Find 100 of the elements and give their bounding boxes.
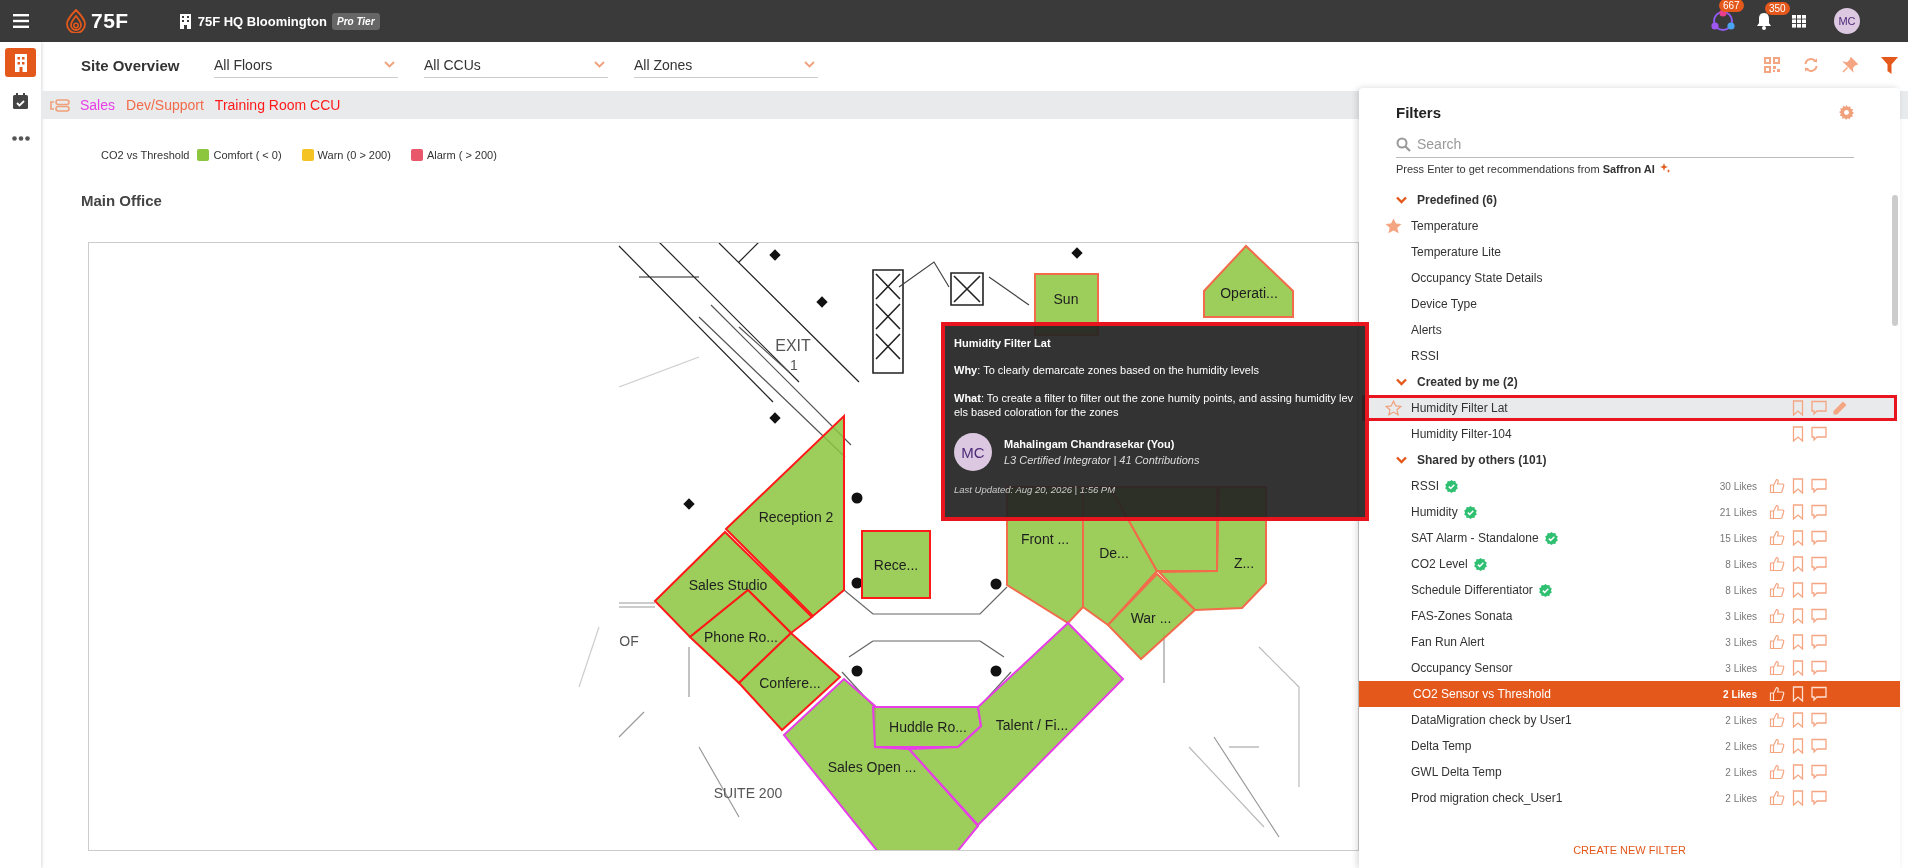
- zone-label: Talent / Fi...: [995, 717, 1069, 733]
- zone-label: Z...: [1233, 555, 1255, 571]
- bookmark-icon[interactable]: [1790, 608, 1806, 624]
- edit-icon[interactable]: [1832, 400, 1848, 416]
- thumbs-up-icon[interactable]: [1769, 634, 1785, 650]
- zone-label: Operati...: [1220, 285, 1278, 301]
- bookmark-icon[interactable]: [1790, 764, 1806, 780]
- filter-item[interactable]: RSSI 30 Likes: [1359, 473, 1900, 499]
- filter-item[interactable]: FAS-Zones Sonata 3 Likes: [1359, 603, 1900, 629]
- create-filter-button[interactable]: CREATE NEW FILTER: [1559, 841, 1700, 859]
- likes-count: 2 Likes: [1724, 792, 1757, 804]
- thumbs-up-icon[interactable]: [1769, 738, 1785, 754]
- tooltip-what: What: To create a filter to filter out the zone humity points, and assing humidity levels based coloration for the zones: [954, 391, 1355, 419]
- bookmark-icon[interactable]: [1790, 504, 1806, 520]
- comment-icon[interactable]: [1811, 426, 1827, 442]
- star-icon[interactable]: [1385, 218, 1402, 234]
- filter-item[interactable]: Delta Temp 2 Likes: [1359, 733, 1900, 759]
- comment-icon[interactable]: [1811, 504, 1827, 520]
- bookmark-icon[interactable]: [1790, 634, 1806, 650]
- section-header[interactable]: Predefined (6): [1359, 187, 1900, 213]
- thumbs-up-icon[interactable]: [1769, 556, 1785, 572]
- bookmark-icon[interactable]: [1790, 478, 1806, 494]
- bookmark-icon[interactable]: [1790, 790, 1806, 806]
- thumbs-up-icon[interactable]: [1769, 478, 1785, 494]
- thumbs-up-icon[interactable]: [1769, 504, 1785, 520]
- zone-label: Sales Studio: [688, 577, 768, 593]
- bookmark-icon[interactable]: [1790, 400, 1806, 416]
- floor-title: Main Office: [80, 192, 162, 209]
- comment-icon[interactable]: [1811, 556, 1827, 572]
- ai-hint: Press Enter to get recommendations from Saffron AI: [1396, 163, 1655, 175]
- comment-icon[interactable]: [1811, 530, 1827, 546]
- star-icon[interactable]: [1385, 400, 1402, 416]
- bookmark-icon[interactable]: [1790, 530, 1806, 546]
- filter-button[interactable]: [1878, 54, 1900, 76]
- comment-icon[interactable]: [1811, 400, 1827, 416]
- bookmark-icon[interactable]: [1790, 660, 1806, 676]
- comment-icon[interactable]: [1811, 660, 1827, 676]
- filter-item[interactable]: Temperature: [1359, 213, 1900, 239]
- likes-count: 3 Likes: [1724, 636, 1757, 648]
- zone-area[interactable]: [1203, 244, 1294, 318]
- bookmark-icon[interactable]: [1790, 556, 1806, 572]
- filter-item[interactable]: Humidity Filter-104: [1359, 421, 1900, 447]
- select-dropdown[interactable]: All CCUs: [424, 52, 608, 78]
- filter-item[interactable]: Device Type: [1359, 291, 1900, 317]
- comment-icon[interactable]: [1811, 478, 1827, 494]
- thumbs-up-icon[interactable]: [1769, 582, 1785, 598]
- section-header[interactable]: Shared by others (101): [1359, 447, 1900, 473]
- comment-icon[interactable]: [1811, 712, 1827, 728]
- pin-button[interactable]: [1839, 54, 1861, 76]
- comment-icon[interactable]: [1811, 738, 1827, 754]
- filter-item[interactable]: Fan Run Alert 3 Likes: [1359, 629, 1900, 655]
- filter-item[interactable]: Humidity 21 Likes: [1359, 499, 1900, 525]
- menu-icon[interactable]: [13, 14, 29, 28]
- filter-item[interactable]: CO2 Sensor vs Threshold 2 Likes: [1359, 681, 1900, 707]
- filter-item[interactable]: Prod migration check_User1 2 Likes: [1359, 785, 1900, 811]
- comment-icon[interactable]: [1811, 634, 1827, 650]
- select-dropdown[interactable]: All Floors: [214, 52, 398, 78]
- filter-item[interactable]: DataMigration check by User1 2 Likes: [1359, 707, 1900, 733]
- user-avatar[interactable]: MC: [1834, 8, 1860, 34]
- zone-label: Sun: [1053, 291, 1079, 307]
- select-dropdown[interactable]: All Zones: [634, 52, 818, 78]
- section-header[interactable]: Created by me (2): [1359, 369, 1900, 395]
- filter-item[interactable]: Schedule Differentiator 8 Likes: [1359, 577, 1900, 603]
- bookmark-icon[interactable]: [1790, 426, 1806, 442]
- zone-area[interactable]: [871, 706, 983, 748]
- filter-name: Humidity: [1411, 505, 1458, 519]
- zone-label: De...: [1099, 545, 1129, 561]
- thumbs-up-icon[interactable]: [1769, 608, 1785, 624]
- site-name[interactable]: 75F HQ Bloomington: [197, 13, 327, 29]
- filter-item[interactable]: SAT Alarm - Standalone 15 Likes: [1359, 525, 1900, 551]
- filter-item[interactable]: Occupancy Sensor 3 Likes: [1359, 655, 1900, 681]
- comment-icon[interactable]: [1811, 608, 1827, 624]
- thumbs-up-icon[interactable]: [1769, 530, 1785, 546]
- community-icon[interactable]: [1710, 9, 1736, 33]
- apps-grid-icon[interactable]: [1792, 14, 1807, 28]
- likes-count: 2 Likes: [1724, 714, 1757, 726]
- settings-icon[interactable]: [1839, 105, 1854, 120]
- bookmark-icon[interactable]: [1790, 686, 1806, 702]
- bookmark-icon[interactable]: [1790, 712, 1806, 728]
- thumbs-up-icon[interactable]: [1769, 764, 1785, 780]
- bookmark-icon[interactable]: [1790, 582, 1806, 598]
- bookmark-icon[interactable]: [1790, 738, 1806, 754]
- comment-icon[interactable]: [1811, 764, 1827, 780]
- filter-item[interactable]: Occupancy State Details: [1359, 265, 1900, 291]
- thumbs-up-icon[interactable]: [1769, 712, 1785, 728]
- comment-icon[interactable]: [1811, 582, 1827, 598]
- plan-label: OF: [619, 633, 639, 649]
- bell-icon[interactable]: [1756, 12, 1772, 30]
- chevron-down-icon: [804, 61, 815, 68]
- filter-item[interactable]: CO2 Level 8 Likes: [1359, 551, 1900, 577]
- comment-icon[interactable]: [1811, 790, 1827, 806]
- filter-item[interactable]: Temperature Lite: [1359, 239, 1900, 265]
- qr-code-button[interactable]: [1761, 54, 1783, 76]
- site-nav-button[interactable]: [5, 48, 36, 77]
- thumbs-up-icon[interactable]: [1769, 790, 1785, 806]
- filter-item[interactable]: GWL Delta Temp 2 Likes: [1359, 759, 1900, 785]
- filter-name: Delta Temp: [1411, 739, 1472, 753]
- thumbs-up-icon[interactable]: [1769, 660, 1785, 676]
- chevron-down-icon: [594, 61, 605, 68]
- filter-name: Humidity Filter Lat: [1411, 401, 1508, 415]
